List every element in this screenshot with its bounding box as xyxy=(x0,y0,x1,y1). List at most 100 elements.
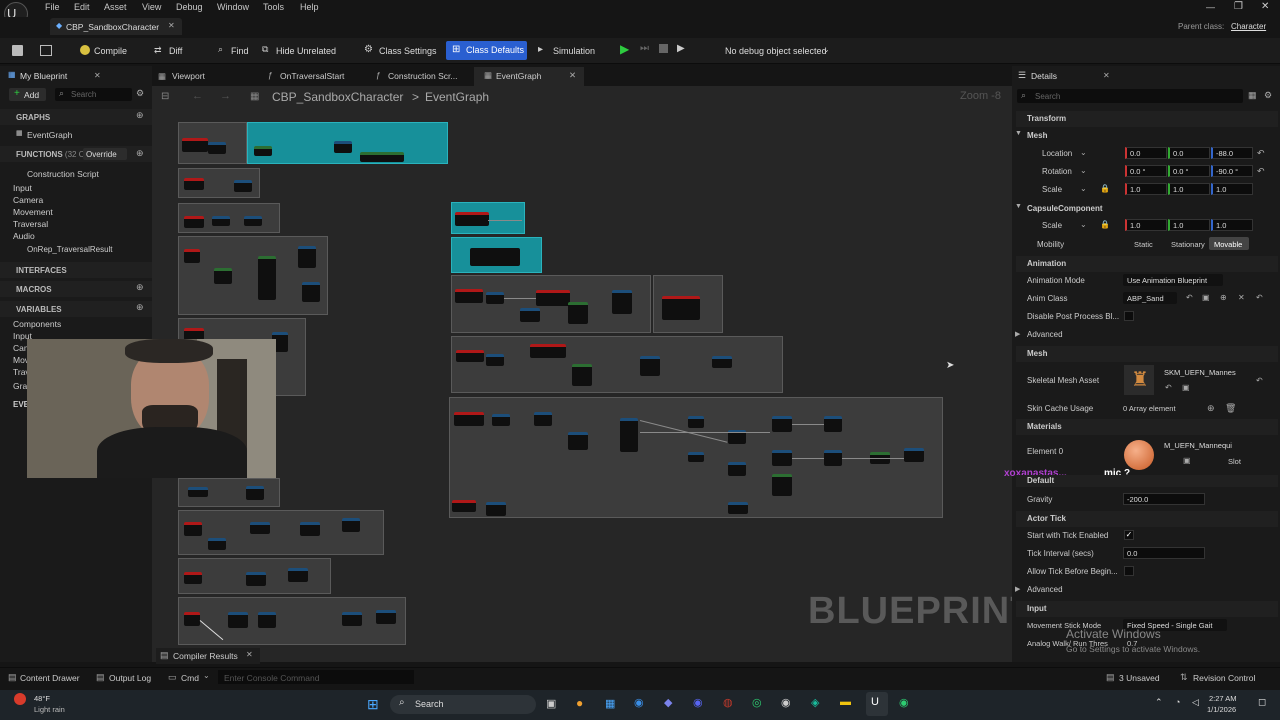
graph-node[interactable] xyxy=(258,256,276,300)
windows-start-icon[interactable]: ⊞ xyxy=(367,696,379,713)
graph-node[interactable] xyxy=(300,522,320,536)
graph-node[interactable] xyxy=(342,612,362,626)
graph-node[interactable] xyxy=(640,356,660,376)
section-default[interactable]: Default xyxy=(1016,475,1278,487)
menu-help[interactable]: Help xyxy=(300,2,319,12)
browse-folder-icon[interactable]: ▣ xyxy=(1183,456,1191,465)
advanced-expander[interactable]: Advanced xyxy=(1027,330,1063,339)
macros-section[interactable]: MACROS xyxy=(0,281,152,297)
steam-icon[interactable]: ◉ xyxy=(781,696,791,709)
graph-node[interactable] xyxy=(688,416,704,428)
graph-node[interactable] xyxy=(342,518,360,532)
wifi-icon[interactable]: ◔ xyxy=(1175,697,1180,707)
graph-node[interactable] xyxy=(662,296,700,320)
graph-node[interactable] xyxy=(288,568,308,582)
graph-node[interactable] xyxy=(208,538,226,550)
notification-icon[interactable]: ◻ xyxy=(1258,697,1266,708)
add-icon[interactable]: ⊕ xyxy=(1220,293,1227,302)
weather-icon[interactable] xyxy=(14,693,26,705)
copilot-icon[interactable]: ● xyxy=(576,696,583,710)
graph-node[interactable] xyxy=(334,141,352,153)
reset-icon[interactable]: ↶ xyxy=(1256,376,1263,385)
disable-pp-checkbox[interactable] xyxy=(1124,311,1134,321)
lock-icon[interactable]: 🔒 xyxy=(1100,220,1110,229)
graph-node[interactable] xyxy=(572,364,592,386)
content-drawer-button[interactable]: Content Drawer xyxy=(20,673,80,683)
function-item-onrep[interactable]: OnRep_TraversalResult xyxy=(27,245,113,254)
my-blueprint-tab[interactable]: My Blueprint xyxy=(20,71,67,81)
menu-window[interactable]: Window xyxy=(217,2,249,12)
back-arrow-icon[interactable]: ← xyxy=(192,90,203,102)
mobility-stationary[interactable]: Stationary xyxy=(1171,240,1205,249)
rotation-x-field[interactable]: 0.0 ° xyxy=(1125,165,1167,177)
tab-eventgraph[interactable]: EventGraph xyxy=(496,71,541,81)
clear-icon[interactable]: ✕ xyxy=(1238,293,1245,302)
graph-node[interactable] xyxy=(254,146,272,156)
menu-tools[interactable]: Tools xyxy=(263,2,284,12)
settings-icon[interactable]: ⚙ xyxy=(1264,90,1272,101)
graph-node[interactable] xyxy=(772,474,792,496)
document-tab-close-icon[interactable]: ✕ xyxy=(168,21,175,30)
reset-icon[interactable]: ↶ xyxy=(1257,148,1265,159)
graph-node[interactable] xyxy=(454,412,484,426)
graph-node[interactable] xyxy=(530,344,566,358)
use-selected-icon[interactable]: ↶ xyxy=(1186,293,1193,302)
function-item-audio[interactable]: Audio xyxy=(13,231,35,241)
output-log-button[interactable]: Output Log xyxy=(109,673,151,683)
functions-section[interactable]: FUNCTIONS (32 O xyxy=(0,146,152,162)
graph-node[interactable] xyxy=(208,142,226,154)
graph-node[interactable] xyxy=(568,302,588,324)
tab-viewport[interactable]: Viewport xyxy=(172,71,205,81)
graph-node[interactable] xyxy=(184,612,200,626)
graph-node[interactable] xyxy=(360,152,404,162)
graph-node[interactable] xyxy=(520,308,540,322)
section-input[interactable]: Input xyxy=(1016,601,1278,617)
graph-node[interactable] xyxy=(492,414,510,426)
menu-debug[interactable]: Debug xyxy=(176,2,203,12)
section-animation[interactable]: Animation xyxy=(1016,256,1278,272)
graph-node[interactable] xyxy=(455,289,483,303)
tab-ontraversalstart[interactable]: OnTraversalStart xyxy=(280,71,344,81)
my-blueprint-close-icon[interactable]: ✕ xyxy=(94,71,101,80)
graph-node[interactable] xyxy=(456,350,484,362)
simulation-button[interactable]: Simulation xyxy=(553,46,595,56)
subsection-capsule[interactable]: CapsuleComponent xyxy=(1027,204,1103,213)
app-icon[interactable]: ◍ xyxy=(723,696,733,709)
scale-z-field[interactable]: 1.0 xyxy=(1211,183,1253,195)
save-icon[interactable] xyxy=(12,45,23,56)
graph-nav-icon[interactable]: ⊟ xyxy=(161,91,169,102)
function-item-input[interactable]: Input xyxy=(13,183,32,193)
location-x-field[interactable]: 0.0 xyxy=(1125,147,1167,159)
stop-icon[interactable] xyxy=(659,44,668,53)
browse-folder-icon[interactable]: ▣ xyxy=(1202,293,1210,302)
graph-node[interactable] xyxy=(298,246,316,268)
variable-item-gra[interactable]: Gra xyxy=(13,381,27,391)
advanced-expander-2[interactable]: Advanced xyxy=(1027,585,1063,594)
graph-node[interactable] xyxy=(184,572,202,584)
graph-node[interactable] xyxy=(234,180,252,192)
graph-node[interactable] xyxy=(214,268,232,284)
file-explorer-icon[interactable]: ▬ xyxy=(840,696,851,708)
graph-node[interactable] xyxy=(246,486,264,500)
graph-node[interactable] xyxy=(536,290,570,306)
details-close-icon[interactable]: ✕ xyxy=(1103,71,1110,80)
graph-node[interactable] xyxy=(568,432,588,450)
app3-icon[interactable]: ◉ xyxy=(899,696,909,709)
teams-icon[interactable]: ◆ xyxy=(664,696,672,709)
add-macro-icon[interactable]: ⊕ xyxy=(136,282,144,293)
rotation-y-field[interactable]: 0.0 ° xyxy=(1168,165,1210,177)
diff-button[interactable]: Diff xyxy=(169,46,182,56)
unsaved-button[interactable]: 3 Unsaved xyxy=(1119,673,1160,683)
breadcrumb-root[interactable]: CBP_SandboxCharacter xyxy=(272,90,403,104)
hide-unrelated-button[interactable]: Hide Unrelated xyxy=(276,46,336,56)
close-window-icon[interactable]: ✕ xyxy=(1261,1,1269,12)
reset-icon[interactable]: ↶ xyxy=(1256,293,1263,302)
allow-tick-checkbox[interactable] xyxy=(1124,566,1134,576)
parent-class-link[interactable]: Character xyxy=(1231,22,1266,31)
scale-dropdown[interactable]: Scale xyxy=(1042,185,1062,194)
maximize-icon[interactable]: ❐ xyxy=(1234,1,1243,12)
graph-node[interactable] xyxy=(824,450,842,466)
details-tab[interactable]: Details xyxy=(1031,71,1057,81)
graph-node[interactable] xyxy=(728,462,746,476)
graph-node[interactable] xyxy=(184,249,200,263)
